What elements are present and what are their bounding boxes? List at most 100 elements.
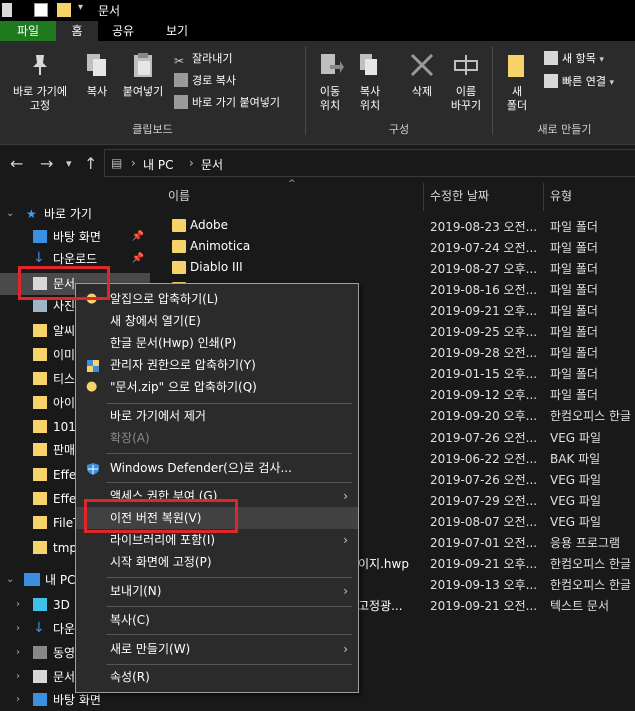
menu-item-new[interactable]: 새로 만들기(W) › (76, 638, 358, 660)
new-folder-quick-icon[interactable] (57, 3, 71, 17)
copy-to-button[interactable]: 복사 위치 (352, 51, 388, 113)
nav-item-label: Effe (53, 468, 77, 482)
file-type: VEG 파일 (550, 493, 601, 508)
new-item-icon (544, 51, 558, 65)
table-row[interactable]: Animotica 2019-07-24 오전... 파일 폴더 (150, 236, 635, 257)
file-type: BAK 파일 (550, 451, 601, 466)
menu-item-properties[interactable]: 속성(R) (76, 666, 358, 688)
column-header-date[interactable]: 수정한 날짜 (430, 187, 489, 204)
menu-item-open-new-window[interactable]: 새 창에서 열기(E) (76, 310, 358, 332)
menu-item-send-to[interactable]: 보내기(N) › (76, 580, 358, 602)
table-row[interactable]: Diablo III 2019-08-27 오후... 파일 폴더 (150, 257, 635, 278)
scissors-icon: ✂ (174, 54, 185, 68)
file-type: 파일 폴더 (550, 283, 598, 298)
3d-objects-icon (33, 598, 47, 611)
menu-item-label: 관리자 권한으로 압축하기(Y) (110, 358, 256, 372)
nav-quick-access[interactable]: ⌄ ★ 바로 가기 (0, 203, 150, 225)
easy-access-button[interactable]: 빠른 연결 ▾ (544, 74, 614, 90)
copy-path-label: 경로 복사 (192, 74, 236, 87)
file-type: 파일 폴더 (550, 325, 598, 340)
new-folder-label: 새 폴더 (506, 85, 528, 112)
expand-chevron-icon[interactable]: › (16, 594, 20, 616)
menu-item-admin-compress[interactable]: 관리자 권한으로 압축하기(Y) (76, 354, 358, 376)
new-folder-button[interactable]: 새 폴더 (500, 51, 534, 113)
paste-button[interactable]: 붙여넣기 (118, 51, 168, 99)
tab-view[interactable]: 보기 (156, 21, 198, 41)
defender-icon (86, 461, 100, 475)
new-group-label: 새로 만들기 (537, 123, 592, 136)
menu-item-copy[interactable]: 복사(C) (76, 609, 358, 631)
file-type: 파일 폴더 (550, 388, 598, 403)
tab-home[interactable]: 홈 (56, 21, 98, 41)
breadcrumb-separator-icon[interactable]: › (189, 156, 194, 170)
menu-separator (106, 453, 352, 454)
pin-to-quick-access-button[interactable]: 바로 가기에 고정 (4, 51, 76, 113)
expand-chevron-icon[interactable]: › (16, 666, 20, 688)
copy-button[interactable]: 복사 (80, 51, 114, 99)
ribbon-tabs: 파일 홈 공유 보기 (0, 21, 635, 41)
folder-icon (33, 468, 47, 481)
file-date: 2019-09-21 오후... (430, 556, 538, 571)
move-to-button[interactable]: 이동 위치 (312, 51, 348, 113)
file-date: 2019-01-15 오후... (430, 367, 538, 382)
submenu-arrow-icon: › (343, 584, 348, 598)
up-arrow-icon[interactable]: ↑ (84, 154, 97, 173)
nav-item-desktop[interactable]: 바탕 화면 📌 (0, 226, 150, 248)
menu-item-label: Windows Defender(으)로 검사... (110, 461, 292, 475)
organize-group-label: 구성 (388, 123, 410, 136)
forward-arrow-icon[interactable]: → (40, 154, 53, 173)
address-bar[interactable]: ▤ › 내 PC › 문서 (104, 149, 635, 177)
menu-item-label: 바로 가기에서 제거 (110, 409, 206, 423)
easy-access-label: 빠른 연결 (562, 75, 606, 88)
column-header-type[interactable]: 유형 (550, 187, 572, 204)
menu-item-print-hwp[interactable]: 한글 문서(Hwp) 인쇄(P) (76, 332, 358, 354)
expand-chevron-icon[interactable]: › (16, 642, 20, 664)
recent-locations-chevron-icon[interactable]: ▾ (66, 157, 72, 170)
file-name: Adobe (190, 218, 228, 232)
quick-access-dropdown-icon[interactable]: ▾ (78, 2, 83, 13)
context-menu: ● 알집으로 압축하기(L) 새 창에서 열기(E) 한글 문서(Hwp) 인쇄(… (75, 283, 359, 693)
menu-item-zip-compress[interactable]: ● "문서.zip" 으로 압축하기(Q) (76, 376, 358, 398)
back-arrow-icon[interactable]: ← (10, 154, 23, 173)
new-item-button[interactable]: 새 항목 ▾ (544, 51, 604, 67)
expand-chevron-icon[interactable]: › (16, 689, 20, 711)
copy-path-icon (174, 73, 188, 87)
column-header-name[interactable]: 이름 (168, 187, 190, 204)
breadcrumb-this-pc[interactable]: 내 PC (143, 156, 173, 173)
column-divider[interactable] (543, 183, 544, 211)
expand-chevron-icon[interactable]: › (16, 618, 20, 640)
nav-this-pc-label: 내 PC (45, 573, 76, 587)
file-type: VEG 파일 (550, 472, 601, 487)
pictures-icon (33, 299, 47, 312)
file-type: 응용 프로그램 (550, 535, 621, 550)
tab-share[interactable]: 공유 (102, 21, 144, 41)
breadcrumb-documents[interactable]: 문서 (201, 156, 223, 173)
rename-label: 이름 바꾸기 (450, 85, 482, 112)
menu-item-label: 새로 만들기(W) (110, 642, 191, 656)
nav-quick-access-label: 바로 가기 (44, 207, 92, 221)
highlight-box-documents (18, 266, 110, 300)
file-type: 파일 폴더 (550, 367, 598, 382)
cut-button[interactable]: ✂ 잘라내기 (174, 51, 232, 68)
menu-item-defender-scan[interactable]: Windows Defender(으)로 검사... (76, 457, 358, 479)
file-type: 파일 폴더 (550, 241, 598, 256)
expand-chevron-icon[interactable]: ⌄ (6, 203, 14, 225)
column-divider[interactable] (423, 183, 424, 211)
table-row[interactable]: Adobe 2019-08-23 오전... 파일 폴더 (150, 215, 635, 236)
delete-button[interactable]: 삭제 (404, 51, 440, 99)
new-folder-icon (508, 55, 524, 77)
menu-item-remove-from-quick-access[interactable]: 바로 가기에서 제거 (76, 405, 358, 427)
document-icon (33, 670, 47, 683)
paste-shortcut-button[interactable]: 바로 가기 붙여넣기 (174, 95, 280, 111)
copy-path-button[interactable]: 경로 복사 (174, 73, 236, 89)
rename-button[interactable]: 이름 바꾸기 (446, 51, 486, 113)
expand-chevron-icon[interactable]: ⌄ (6, 569, 14, 591)
menu-item-alzip-compress[interactable]: ● 알집으로 압축하기(L) (76, 288, 358, 310)
properties-icon[interactable] (34, 3, 48, 17)
address-bar-row: ← → ▾ ↑ ▤ › 내 PC › 문서 (0, 145, 635, 181)
tab-file[interactable]: 파일 (0, 21, 56, 41)
desktop-icon (33, 693, 47, 706)
menu-item-pin-to-start[interactable]: 시작 화면에 고정(P) (76, 551, 358, 573)
nav-item-label: 3D (53, 598, 70, 612)
breadcrumb-separator-icon[interactable]: › (131, 156, 136, 170)
